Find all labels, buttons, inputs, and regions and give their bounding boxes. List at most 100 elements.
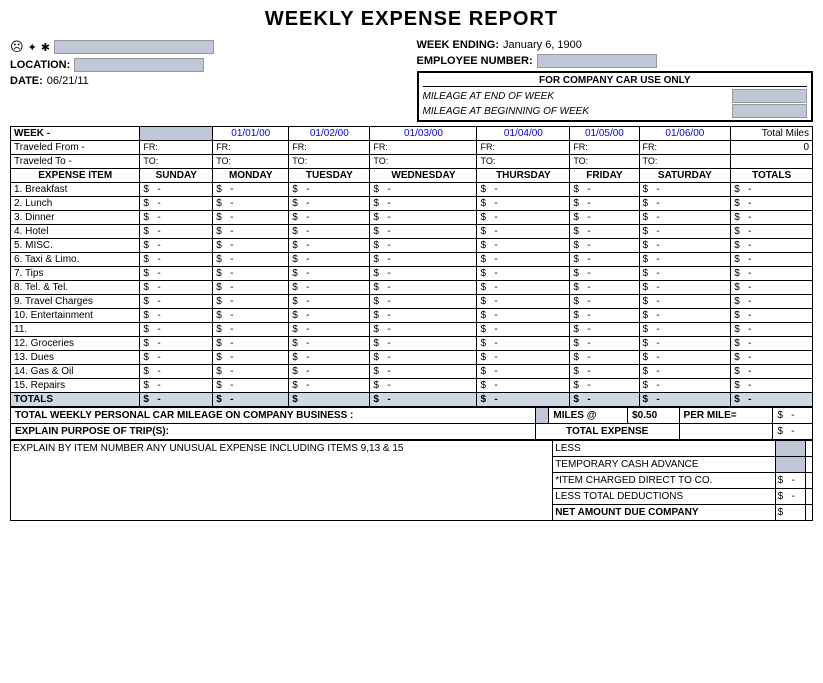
expense-cell-13-5[interactable]: $ - xyxy=(570,365,639,379)
expense-cell-2-7[interactable]: $ - xyxy=(731,211,813,225)
location-input[interactable] xyxy=(74,58,204,72)
expense-cell-14-3[interactable]: $ - xyxy=(370,379,477,393)
name-input[interactable] xyxy=(54,40,214,54)
expense-cell-10-1[interactable]: $ - xyxy=(213,323,289,337)
expense-cell-7-2[interactable]: $ - xyxy=(289,281,370,295)
expense-cell-4-2[interactable]: $ - xyxy=(289,239,370,253)
expense-cell-4-3[interactable]: $ - xyxy=(370,239,477,253)
expense-cell-10-0[interactable]: $ - xyxy=(140,323,213,337)
expense-cell-6-6[interactable]: $ - xyxy=(639,267,731,281)
expense-cell-3-4[interactable]: $ - xyxy=(477,225,570,239)
expense-cell-3-3[interactable]: $ - xyxy=(370,225,477,239)
expense-cell-2-6[interactable]: $ - xyxy=(639,211,731,225)
expense-cell-9-2[interactable]: $ - xyxy=(289,309,370,323)
expense-cell-0-4[interactable]: $ - xyxy=(477,183,570,197)
expense-cell-4-7[interactable]: $ - xyxy=(731,239,813,253)
expense-cell-2-2[interactable]: $ - xyxy=(289,211,370,225)
expense-cell-11-7[interactable]: $ - xyxy=(731,337,813,351)
expense-cell-1-0[interactable]: $ - xyxy=(140,197,213,211)
expense-cell-6-1[interactable]: $ - xyxy=(213,267,289,281)
expense-cell-12-1[interactable]: $ - xyxy=(213,351,289,365)
expense-cell-3-5[interactable]: $ - xyxy=(570,225,639,239)
expense-cell-13-3[interactable]: $ - xyxy=(370,365,477,379)
expense-cell-3-1[interactable]: $ - xyxy=(213,225,289,239)
expense-cell-0-7[interactable]: $ - xyxy=(731,183,813,197)
expense-cell-7-0[interactable]: $ - xyxy=(140,281,213,295)
expense-cell-13-1[interactable]: $ - xyxy=(213,365,289,379)
expense-cell-8-6[interactable]: $ - xyxy=(639,295,731,309)
expense-cell-10-5[interactable]: $ - xyxy=(570,323,639,337)
expense-cell-8-5[interactable]: $ - xyxy=(570,295,639,309)
expense-cell-5-0[interactable]: $ - xyxy=(140,253,213,267)
expense-cell-3-0[interactable]: $ - xyxy=(140,225,213,239)
expense-cell-10-7[interactable]: $ - xyxy=(731,323,813,337)
expense-cell-6-5[interactable]: $ - xyxy=(570,267,639,281)
expense-cell-9-1[interactable]: $ - xyxy=(213,309,289,323)
expense-cell-2-1[interactable]: $ - xyxy=(213,211,289,225)
expense-cell-9-3[interactable]: $ - xyxy=(370,309,477,323)
expense-cell-14-1[interactable]: $ - xyxy=(213,379,289,393)
expense-cell-12-2[interactable]: $ - xyxy=(289,351,370,365)
expense-cell-6-0[interactable]: $ - xyxy=(140,267,213,281)
expense-cell-5-2[interactable]: $ - xyxy=(289,253,370,267)
expense-cell-13-4[interactable]: $ - xyxy=(477,365,570,379)
expense-cell-9-5[interactable]: $ - xyxy=(570,309,639,323)
expense-cell-13-0[interactable]: $ - xyxy=(140,365,213,379)
expense-cell-6-7[interactable]: $ - xyxy=(731,267,813,281)
expense-cell-7-5[interactable]: $ - xyxy=(570,281,639,295)
expense-cell-10-2[interactable]: $ - xyxy=(289,323,370,337)
expense-cell-12-7[interactable]: $ - xyxy=(731,351,813,365)
expense-cell-0-2[interactable]: $ - xyxy=(289,183,370,197)
expense-cell-1-1[interactable]: $ - xyxy=(213,197,289,211)
expense-cell-5-1[interactable]: $ - xyxy=(213,253,289,267)
expense-cell-12-6[interactable]: $ - xyxy=(639,351,731,365)
week-col0[interactable] xyxy=(140,127,213,141)
temp-cash-input[interactable] xyxy=(775,457,806,473)
expense-cell-8-7[interactable]: $ - xyxy=(731,295,813,309)
expense-cell-1-2[interactable]: $ - xyxy=(289,197,370,211)
expense-cell-4-1[interactable]: $ - xyxy=(213,239,289,253)
expense-cell-11-3[interactable]: $ - xyxy=(370,337,477,351)
expense-cell-7-6[interactable]: $ - xyxy=(639,281,731,295)
expense-cell-1-5[interactable]: $ - xyxy=(570,197,639,211)
expense-cell-3-6[interactable]: $ - xyxy=(639,225,731,239)
expense-cell-4-6[interactable]: $ - xyxy=(639,239,731,253)
mileage-begin-input[interactable] xyxy=(732,104,807,118)
expense-cell-11-1[interactable]: $ - xyxy=(213,337,289,351)
expense-cell-14-0[interactable]: $ - xyxy=(140,379,213,393)
expense-cell-13-2[interactable]: $ - xyxy=(289,365,370,379)
expense-cell-9-0[interactable]: $ - xyxy=(140,309,213,323)
expense-cell-2-3[interactable]: $ - xyxy=(370,211,477,225)
expense-cell-6-4[interactable]: $ - xyxy=(477,267,570,281)
expense-cell-12-0[interactable]: $ - xyxy=(140,351,213,365)
expense-cell-11-6[interactable]: $ - xyxy=(639,337,731,351)
employee-number-input[interactable] xyxy=(537,54,657,68)
expense-cell-5-3[interactable]: $ - xyxy=(370,253,477,267)
expense-cell-9-4[interactable]: $ - xyxy=(477,309,570,323)
expense-cell-4-4[interactable]: $ - xyxy=(477,239,570,253)
expense-cell-2-5[interactable]: $ - xyxy=(570,211,639,225)
expense-cell-11-2[interactable]: $ - xyxy=(289,337,370,351)
mileage-end-input[interactable] xyxy=(732,89,807,103)
expense-cell-0-0[interactable]: $ - xyxy=(140,183,213,197)
expense-cell-5-5[interactable]: $ - xyxy=(570,253,639,267)
expense-cell-14-7[interactable]: $ - xyxy=(731,379,813,393)
expense-cell-8-0[interactable]: $ - xyxy=(140,295,213,309)
expense-cell-1-6[interactable]: $ - xyxy=(639,197,731,211)
expense-cell-8-2[interactable]: $ - xyxy=(289,295,370,309)
expense-cell-11-0[interactable]: $ - xyxy=(140,337,213,351)
expense-cell-5-7[interactable]: $ - xyxy=(731,253,813,267)
expense-cell-14-2[interactable]: $ - xyxy=(289,379,370,393)
expense-cell-10-3[interactable]: $ - xyxy=(370,323,477,337)
expense-cell-11-4[interactable]: $ - xyxy=(477,337,570,351)
expense-cell-6-2[interactable]: $ - xyxy=(289,267,370,281)
expense-cell-6-3[interactable]: $ - xyxy=(370,267,477,281)
expense-cell-5-4[interactable]: $ - xyxy=(477,253,570,267)
expense-cell-0-6[interactable]: $ - xyxy=(639,183,731,197)
expense-cell-12-5[interactable]: $ - xyxy=(570,351,639,365)
expense-cell-7-4[interactable]: $ - xyxy=(477,281,570,295)
expense-cell-0-5[interactable]: $ - xyxy=(570,183,639,197)
expense-cell-3-7[interactable]: $ - xyxy=(731,225,813,239)
expense-cell-8-1[interactable]: $ - xyxy=(213,295,289,309)
expense-cell-13-7[interactable]: $ - xyxy=(731,365,813,379)
